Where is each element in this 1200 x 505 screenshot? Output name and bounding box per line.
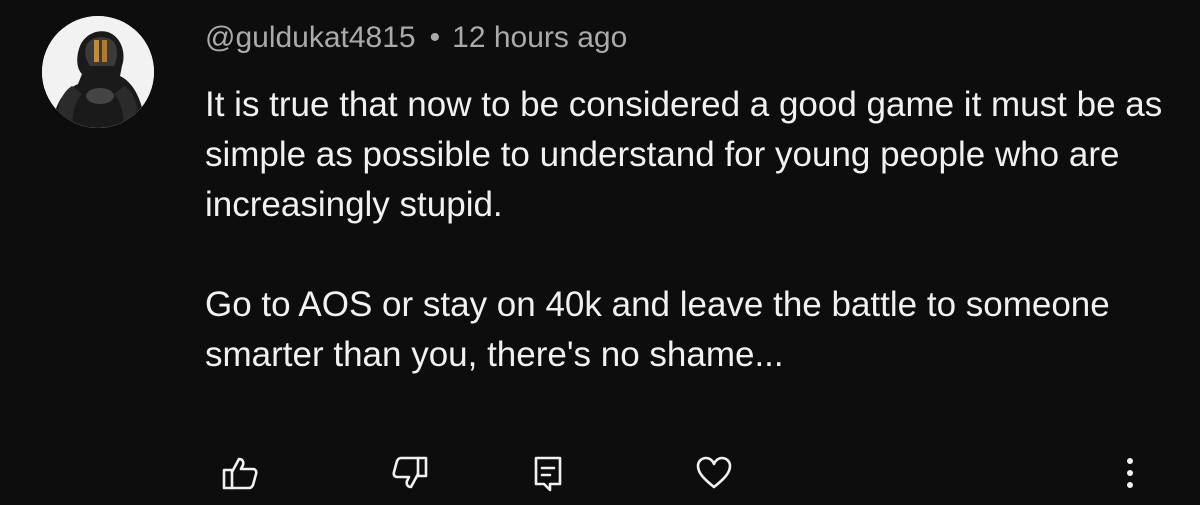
separator-dot: • <box>429 21 441 54</box>
heart-button[interactable] <box>689 448 739 498</box>
timestamp: 12 hours ago <box>452 21 628 54</box>
comment-header: @guldukat4815 • 12 hours ago <box>205 18 627 58</box>
dislike-button[interactable] <box>385 448 435 498</box>
like-button[interactable] <box>215 448 265 498</box>
thumbs-up-icon <box>220 453 260 493</box>
comment-text: It is true that now to be considered a g… <box>205 80 1165 380</box>
more-vertical-icon <box>1120 453 1140 493</box>
author-handle[interactable]: @guldukat4815 <box>205 21 416 54</box>
avatar[interactable] <box>42 16 154 128</box>
comment-paragraph: Go to AOS or stay on 40k and leave the b… <box>205 285 1110 374</box>
comment-card: @guldukat4815 • 12 hours ago It is true th… <box>0 0 1200 505</box>
comment-paragraph: It is true that now to be considered a g… <box>205 85 1163 224</box>
reply-button[interactable] <box>523 448 573 498</box>
reply-comment-icon <box>528 453 568 493</box>
heart-icon <box>694 453 734 493</box>
thumbs-down-icon <box>390 453 430 493</box>
more-options-button[interactable] <box>1105 448 1155 498</box>
comment-actions <box>0 440 1200 500</box>
